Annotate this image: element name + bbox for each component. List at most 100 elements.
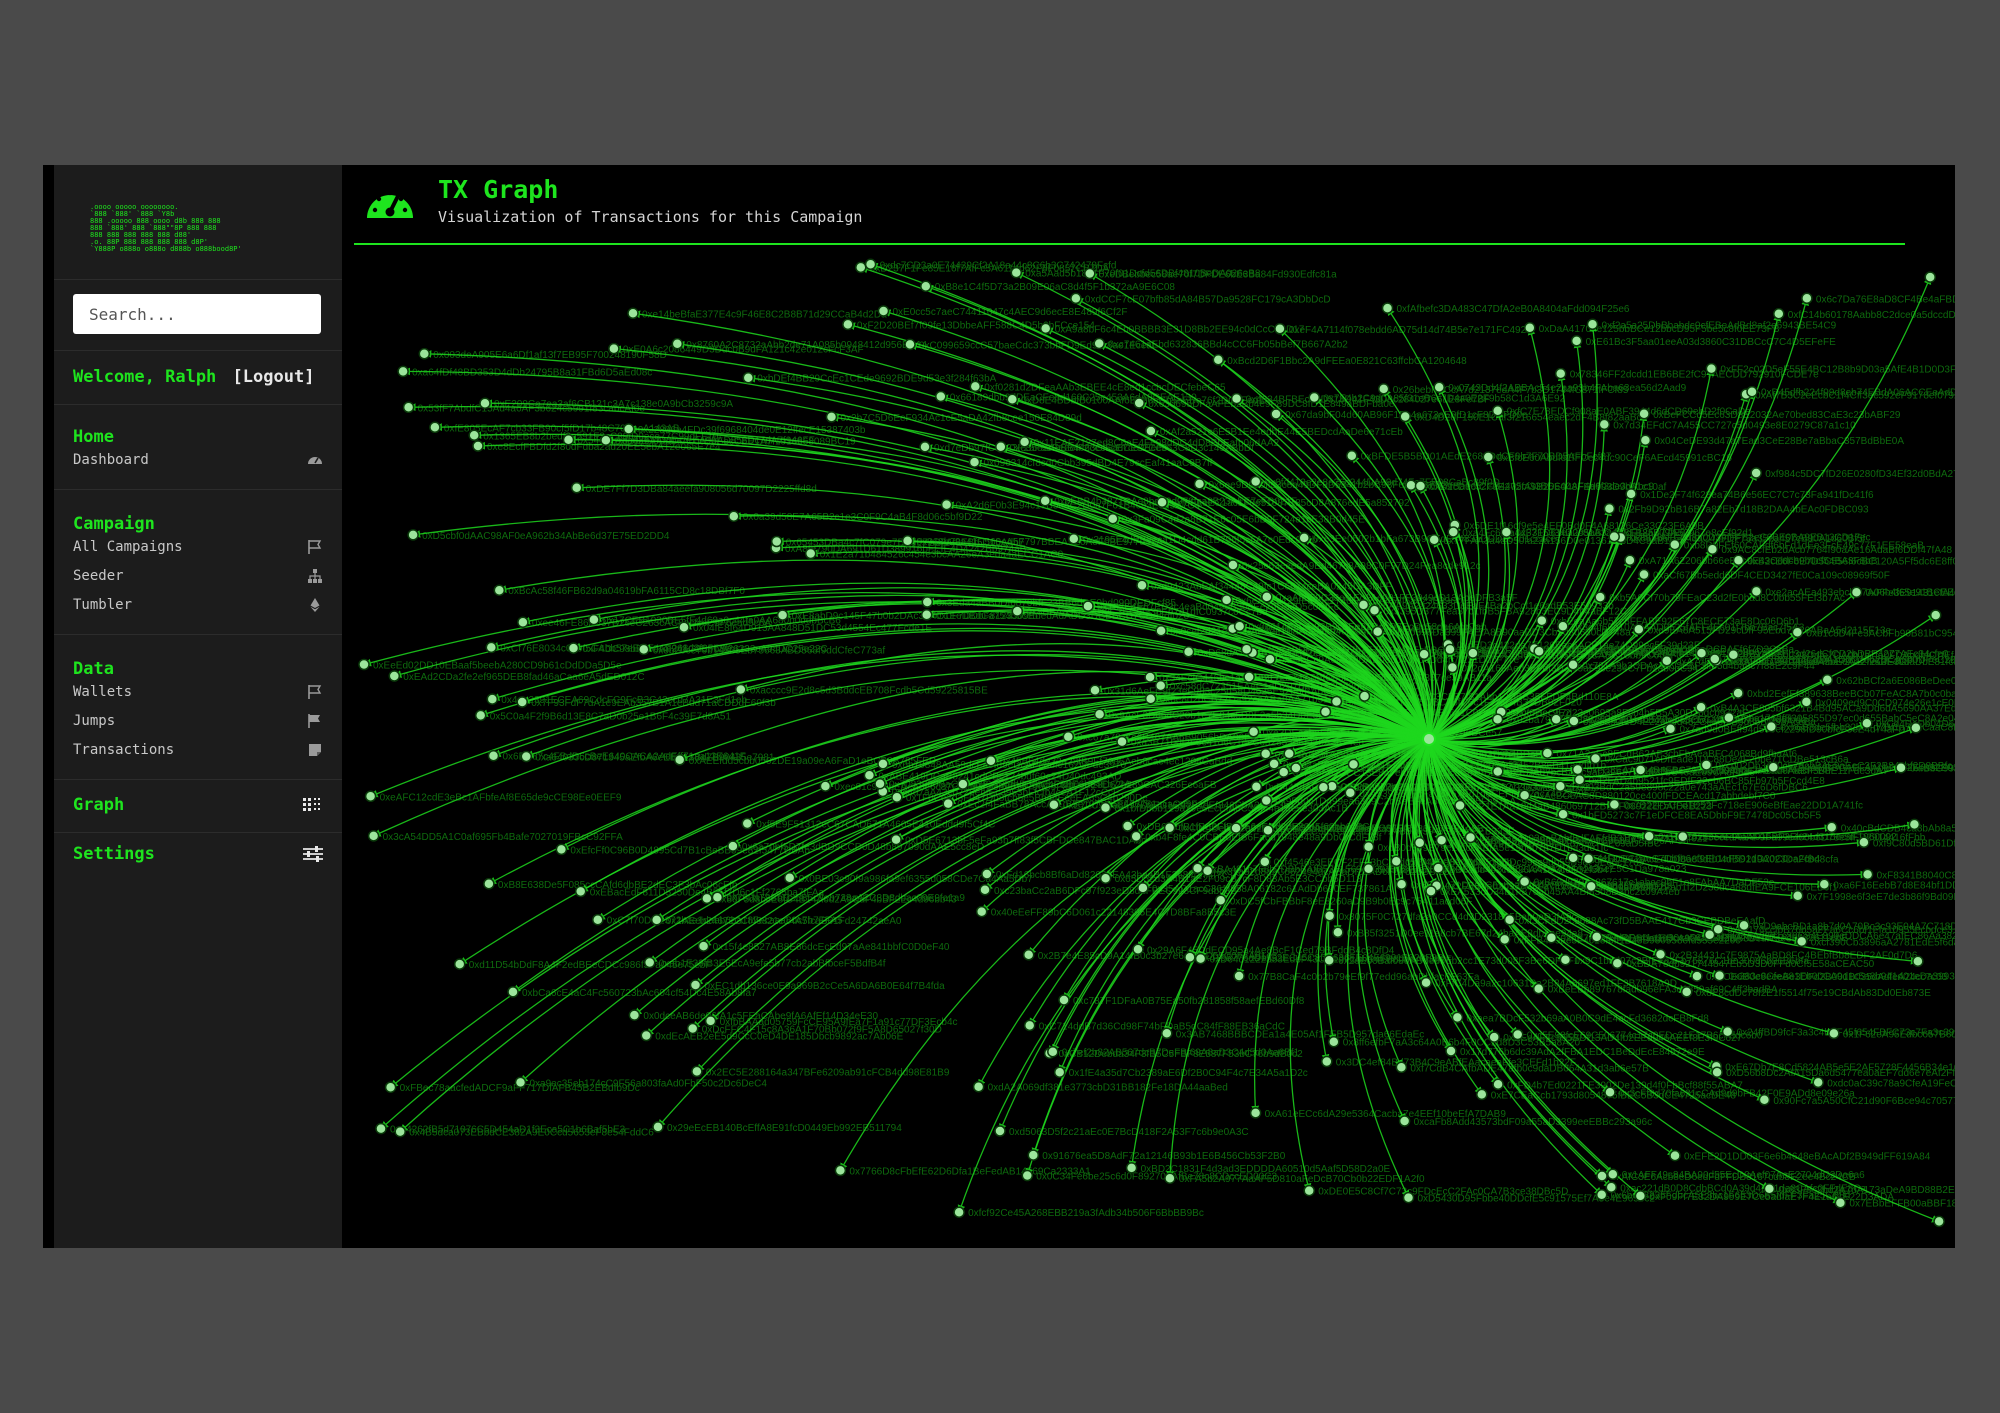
wallet-node[interactable] xyxy=(1791,890,1804,902)
wallet-node[interactable] xyxy=(1661,655,1673,667)
wallet-node[interactable] xyxy=(968,456,981,468)
wallet-node[interactable] xyxy=(1274,323,1286,335)
wallet-node[interactable] xyxy=(1250,780,1263,793)
wallet-node[interactable] xyxy=(394,1125,406,1138)
wallet-node[interactable] xyxy=(1488,1031,1500,1043)
wallet-node[interactable] xyxy=(904,338,916,351)
wallet-node[interactable] xyxy=(1390,855,1403,868)
wallet-node[interactable] xyxy=(711,891,724,903)
wallet-node[interactable] xyxy=(1482,451,1495,463)
section-data-title[interactable]: Data xyxy=(73,659,114,679)
wallet-node[interactable] xyxy=(1929,609,1942,621)
wallet-node[interactable] xyxy=(608,342,620,355)
wallet-node[interactable] xyxy=(468,429,480,442)
wallet-node[interactable] xyxy=(1795,935,1808,948)
wallet-node[interactable] xyxy=(1402,1191,1415,1204)
wallet-node[interactable] xyxy=(517,616,529,628)
wallet-node[interactable] xyxy=(1328,1035,1340,1048)
wallet-node[interactable] xyxy=(638,643,650,656)
wallet-node[interactable] xyxy=(1595,1188,1608,1201)
wallet-node[interactable] xyxy=(783,872,796,884)
wallet-node[interactable] xyxy=(1261,591,1273,603)
wallet-node[interactable] xyxy=(994,1125,1006,1137)
wallet-node[interactable] xyxy=(919,441,931,453)
wallet-node[interactable] xyxy=(1155,624,1167,637)
wallet-node[interactable] xyxy=(1638,408,1650,420)
wallet-node[interactable] xyxy=(1144,671,1156,683)
wallet-node[interactable] xyxy=(1121,820,1134,832)
nav-item-jumps[interactable]: Jumps xyxy=(73,708,323,734)
wallet-node[interactable] xyxy=(920,280,932,292)
wallet-node[interactable] xyxy=(874,777,886,790)
wallet-node[interactable] xyxy=(1801,292,1813,305)
wallet-node[interactable] xyxy=(1607,1168,1619,1180)
wallet-node[interactable] xyxy=(804,547,817,560)
wallet-node[interactable] xyxy=(1144,692,1157,705)
wallet-node[interactable] xyxy=(1233,970,1245,982)
wallet-node[interactable] xyxy=(1018,436,1031,448)
wallet-node[interactable] xyxy=(1589,752,1602,765)
wallet-node[interactable] xyxy=(776,609,789,621)
wallet-node[interactable] xyxy=(1624,554,1636,566)
wallet-node[interactable] xyxy=(1767,761,1780,773)
wallet-node[interactable] xyxy=(1912,955,1924,968)
wallet-node[interactable] xyxy=(1068,533,1080,545)
wallet-node[interactable] xyxy=(520,750,533,763)
wallet-node[interactable] xyxy=(1567,659,1579,671)
wallet-node[interactable] xyxy=(940,498,953,511)
wallet-node[interactable] xyxy=(622,423,635,435)
wallet-node[interactable] xyxy=(1381,302,1394,314)
wallet-node[interactable] xyxy=(1435,834,1448,846)
wallet-node[interactable] xyxy=(1164,1172,1176,1184)
wallet-node[interactable] xyxy=(972,1080,985,1093)
search-input[interactable] xyxy=(73,294,321,334)
wallet-node[interactable] xyxy=(1586,318,1599,331)
wallet-node[interactable] xyxy=(1669,1149,1681,1162)
wallet-node[interactable] xyxy=(1818,878,1831,891)
wallet-node[interactable] xyxy=(1590,931,1603,943)
wallet-node[interactable] xyxy=(1695,701,1707,714)
wallet-node[interactable] xyxy=(1550,713,1562,725)
wallet-node[interactable] xyxy=(1395,1061,1408,1074)
wallet-node[interactable] xyxy=(953,1206,965,1218)
wallet-node[interactable] xyxy=(367,830,380,842)
wallet-node[interactable] xyxy=(1332,926,1344,939)
wallet-node[interactable] xyxy=(1268,758,1280,770)
wallet-node[interactable] xyxy=(388,670,401,682)
wallet-node[interactable] xyxy=(1082,600,1094,612)
wallet-node[interactable] xyxy=(483,878,495,890)
wallet-node[interactable] xyxy=(1099,801,1112,814)
section-home-title[interactable]: Home xyxy=(73,427,114,447)
wallet-node[interactable] xyxy=(855,261,867,274)
wallet-node[interactable] xyxy=(1711,1066,1723,1078)
wallet-node[interactable] xyxy=(1559,954,1572,966)
section-campaign-title[interactable]: Campaign xyxy=(73,514,155,534)
wallet-node[interactable] xyxy=(1039,322,1052,335)
wallet-node[interactable] xyxy=(1323,910,1336,922)
wallet-node[interactable] xyxy=(1145,425,1157,437)
wallet-node[interactable] xyxy=(1414,480,1427,492)
wallet-node[interactable] xyxy=(920,609,933,621)
wallet-node[interactable] xyxy=(1220,594,1233,606)
wallet-node[interactable] xyxy=(863,769,876,782)
wallet-node[interactable] xyxy=(588,613,600,626)
wallet-node[interactable] xyxy=(1290,762,1302,774)
wallet-node[interactable] xyxy=(1249,1107,1262,1119)
wallet-node[interactable] xyxy=(487,749,500,762)
wallet-node[interactable] xyxy=(1541,747,1554,759)
wallet-node[interactable] xyxy=(1498,933,1511,946)
wallet-node[interactable] xyxy=(689,979,702,991)
wallet-node[interactable] xyxy=(1464,831,1477,844)
wallet-node[interactable] xyxy=(592,913,604,926)
wallet-node[interactable] xyxy=(1727,648,1740,661)
wallet-node[interactable] xyxy=(429,421,441,434)
wallet-node[interactable] xyxy=(1605,1181,1618,1194)
nav-settings[interactable]: Settings xyxy=(73,840,323,868)
wallet-node[interactable] xyxy=(1773,308,1785,320)
wallet-node[interactable] xyxy=(1362,841,1375,853)
wallet-node[interactable] xyxy=(864,258,877,271)
wallet-node[interactable] xyxy=(1428,534,1440,546)
wallet-node[interactable] xyxy=(1758,1094,1771,1106)
wallet-node[interactable] xyxy=(1107,512,1119,525)
wallet-node[interactable] xyxy=(1182,646,1195,658)
